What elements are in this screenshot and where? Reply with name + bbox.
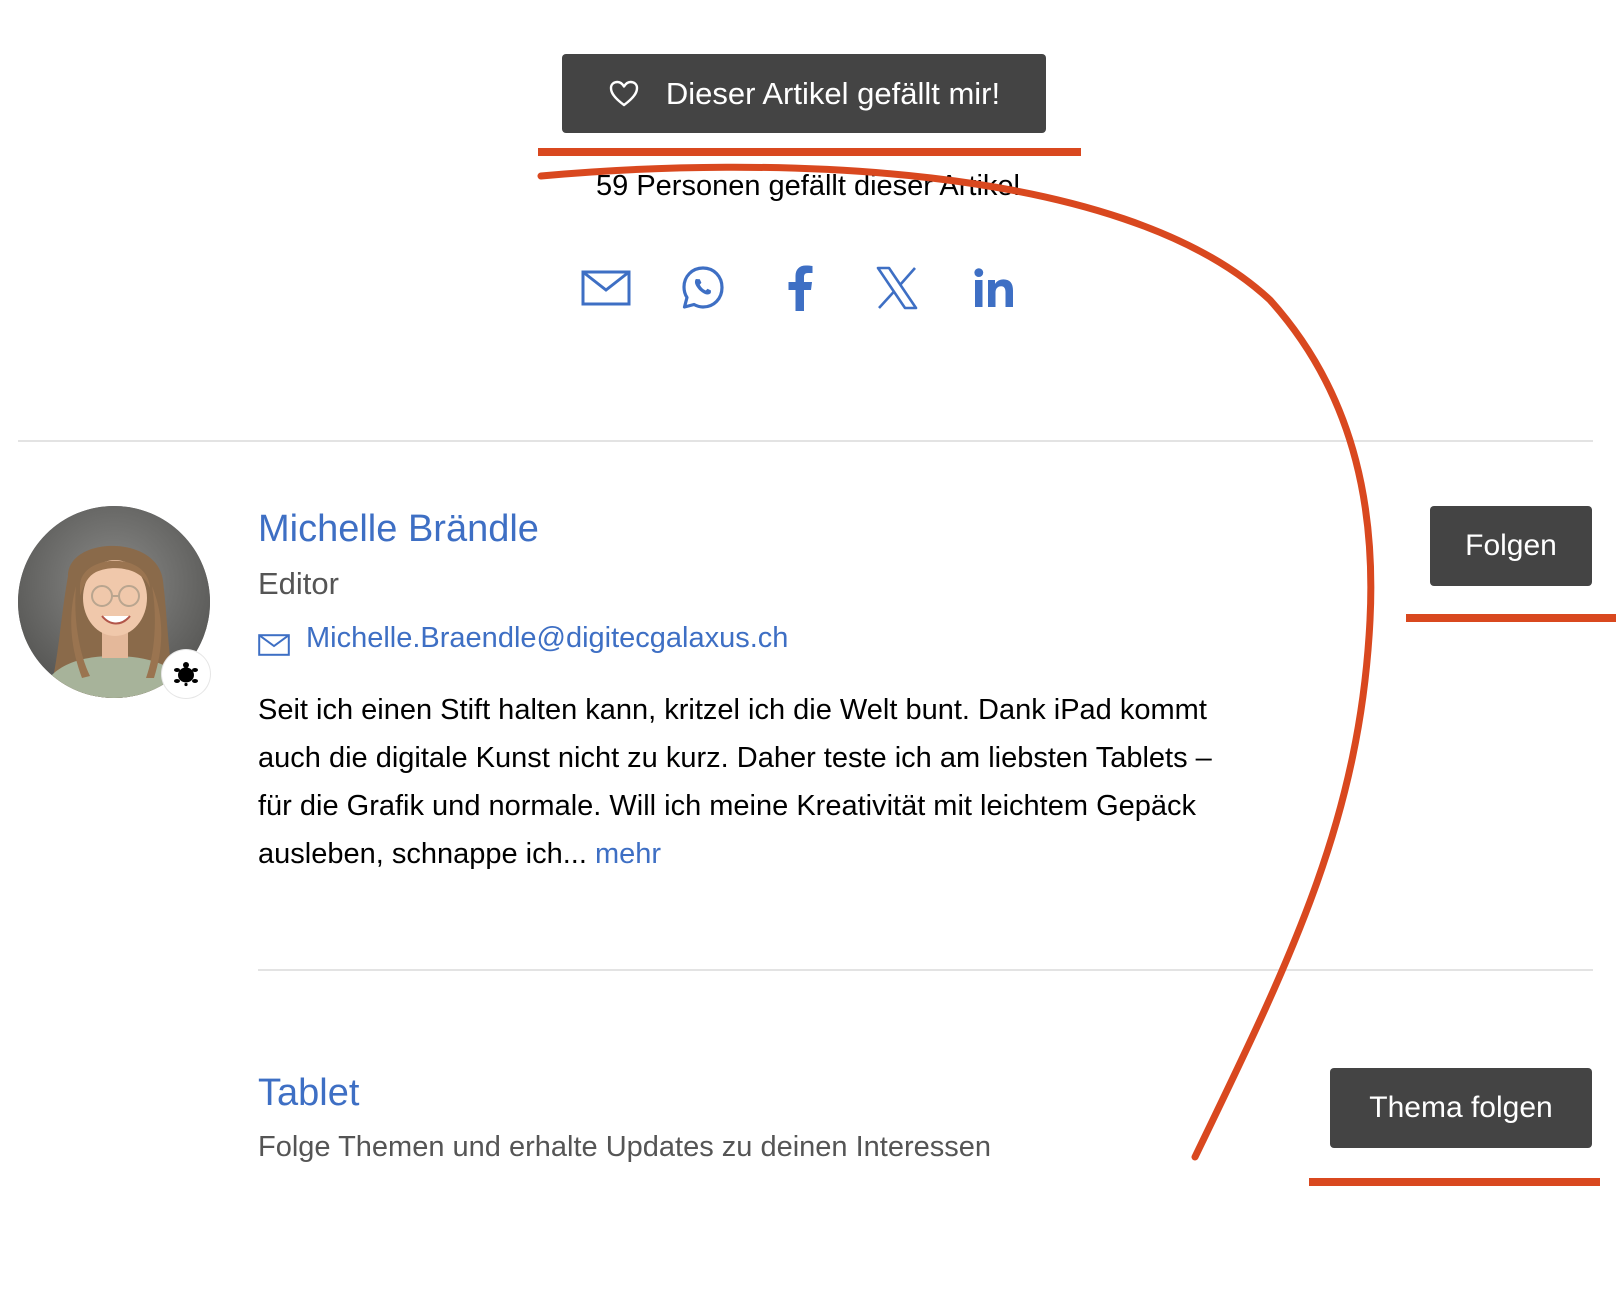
read-more-link[interactable]: mehr [595,838,661,870]
mail-icon[interactable] [580,262,632,314]
like-button-label: Dieser Artikel gefällt mir! [665,75,1001,111]
follow-author-button[interactable]: Folgen [1430,506,1592,586]
topic-description: Folge Themen und erhalte Updates zu dein… [258,1131,992,1163]
author-name-link[interactable]: Michelle Brändle [258,508,539,551]
follow-topic-button[interactable]: Thema folgen [1330,1068,1592,1148]
mail-icon [258,634,290,656]
heart-icon [608,78,640,110]
author-role: Editor [258,566,339,601]
facebook-icon[interactable] [774,262,826,314]
share-bar [580,262,1020,314]
author-bio: Seit ich einen Stift halten kann, kritze… [258,686,1218,878]
section-divider [258,969,1593,971]
author-email-link[interactable]: Michelle.Braendle@digitecgalaxus.ch [306,622,788,655]
likes-count-text: 59 Personen gefällt dieser Artikel [596,170,1020,202]
section-divider [18,440,1593,442]
author-bio-text: Seit ich einen Stift halten kann, kritze… [258,694,1212,870]
whatsapp-icon[interactable] [677,262,729,314]
linkedin-icon[interactable] [968,262,1020,314]
annotation-curve [537,163,1375,1161]
topic-title-link[interactable]: Tablet [258,1072,359,1115]
x-icon[interactable] [871,262,923,314]
turtle-badge-icon [162,650,210,698]
like-article-button[interactable]: Dieser Artikel gefällt mir! [562,54,1046,133]
